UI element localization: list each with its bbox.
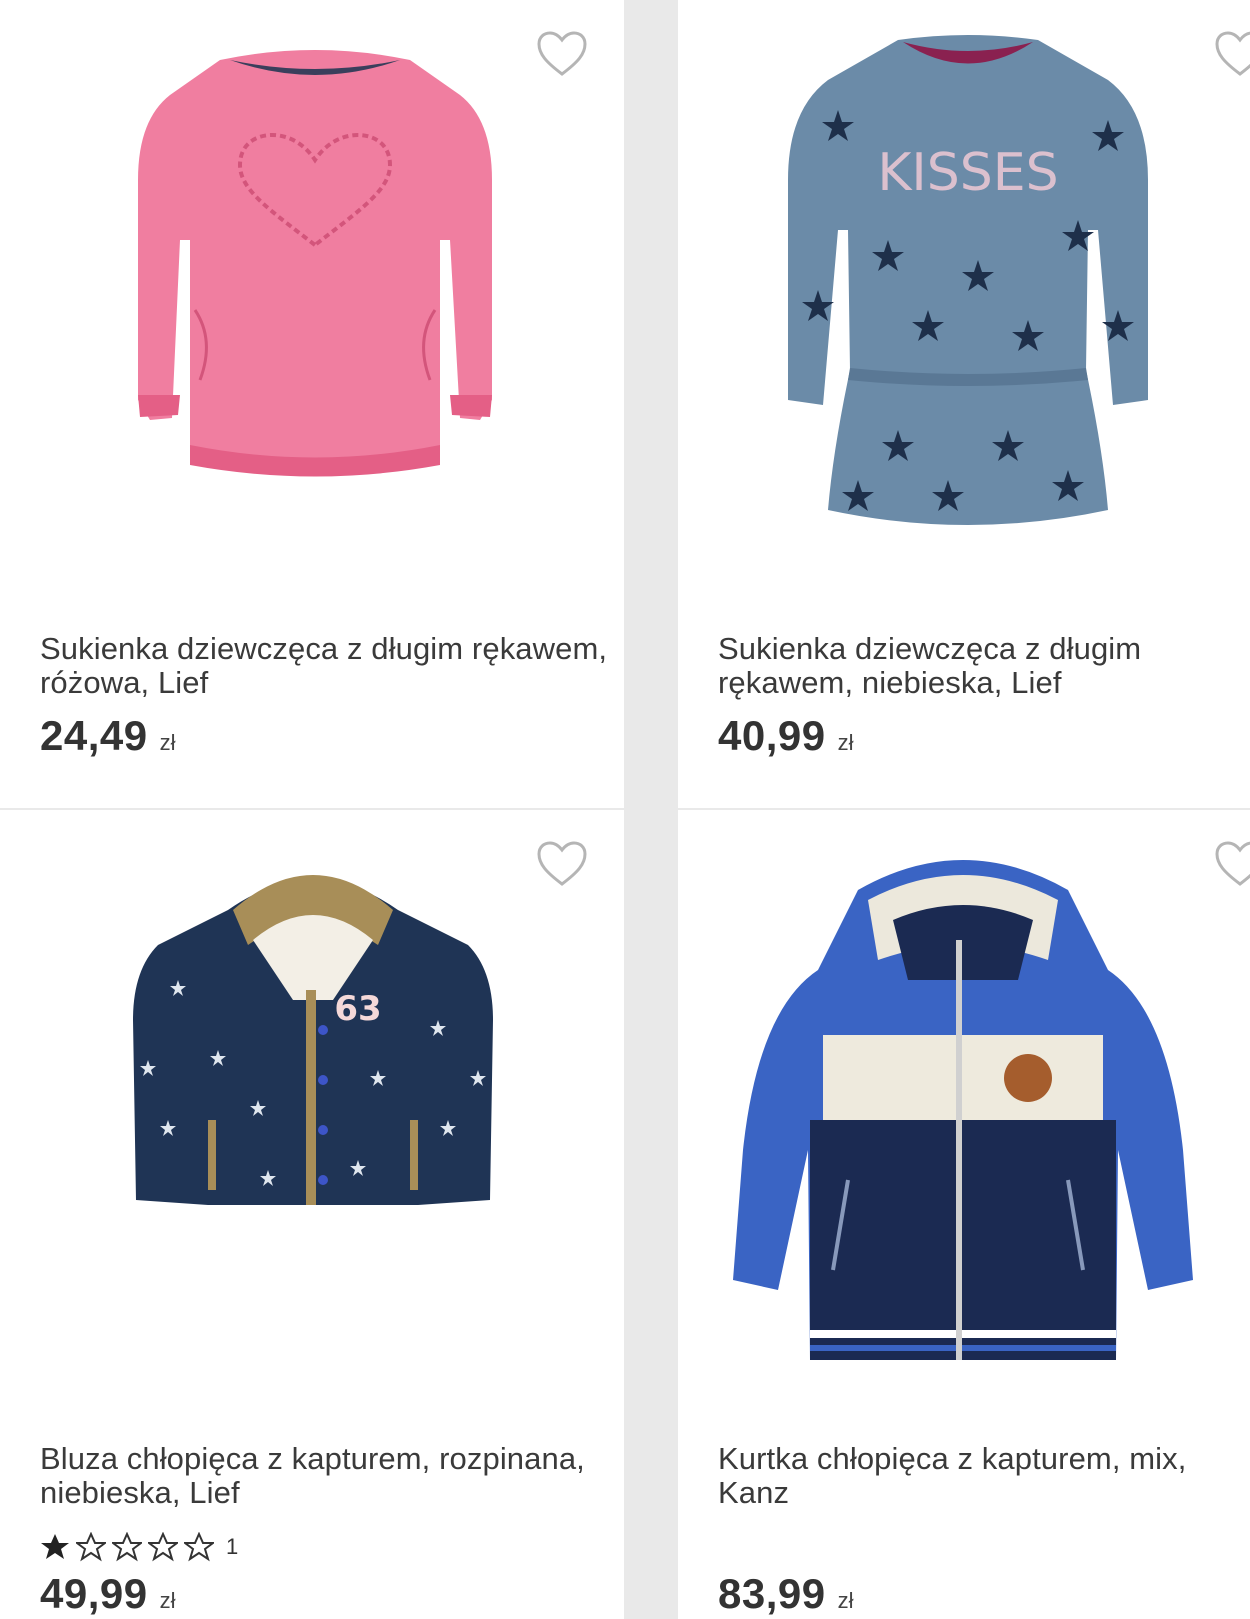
product-card[interactable]: Kurtka chłopięca z kapturem, mix, Kanz 8… <box>678 810 1250 1619</box>
price-value: 24,49 <box>40 712 148 759</box>
blue-puffer-jacket-image[interactable] <box>728 850 1198 1390</box>
product-card[interactable]: KISSES Sukienka dziewczęca z długim ręka… <box>678 0 1250 808</box>
rating-stars: 1 <box>40 1532 238 1562</box>
navy-star-hoodie-image[interactable]: 63 <box>118 860 508 1220</box>
product-title[interactable]: Kurtka chłopięca z kapturem, mix, Kanz <box>718 1442 1240 1510</box>
price-currency: zł <box>159 1588 176 1613</box>
product-title[interactable]: Bluza chłopięca z kapturem, rozpinana, n… <box>40 1442 614 1510</box>
dress-print-text: KISSES <box>877 143 1058 203</box>
heart-icon[interactable] <box>1214 840 1250 888</box>
star-empty-icon <box>112 1532 142 1562</box>
price-currency: zł <box>159 730 176 755</box>
rating-count: 1 <box>226 1534 239 1559</box>
product-price: 83,99 zł <box>718 1570 854 1618</box>
pink-dress-image[interactable] <box>120 40 510 500</box>
star-empty-icon <box>184 1532 214 1562</box>
product-title[interactable]: Sukienka dziewczęca z długim rękawem, ni… <box>718 632 1240 700</box>
price-currency: zł <box>837 1588 854 1613</box>
hoodie-print-text: 63 <box>334 989 381 1029</box>
price-value: 40,99 <box>718 712 826 759</box>
blue-star-dress-image[interactable]: KISSES <box>778 30 1158 550</box>
product-card[interactable]: 63 Bluza chłopięca z kapturem, rozpinana… <box>0 810 624 1619</box>
heart-icon[interactable] <box>1214 30 1250 78</box>
product-title[interactable]: Sukienka dziewczęca z długim rękawem, ró… <box>40 632 614 700</box>
product-card[interactable]: Sukienka dziewczęca z długim rękawem, ró… <box>0 0 624 808</box>
star-filled-icon <box>41 1534 69 1559</box>
heart-icon[interactable] <box>536 30 588 78</box>
star-empty-icon <box>76 1532 106 1562</box>
product-price: 49,99 zł <box>40 1570 176 1618</box>
price-value: 49,99 <box>40 1570 148 1617</box>
product-price: 40,99 zł <box>718 712 854 760</box>
price-currency: zł <box>837 730 854 755</box>
product-price: 24,49 zł <box>40 712 176 760</box>
star-empty-icon <box>148 1532 178 1562</box>
heart-icon[interactable] <box>536 840 588 888</box>
price-value: 83,99 <box>718 1570 826 1617</box>
